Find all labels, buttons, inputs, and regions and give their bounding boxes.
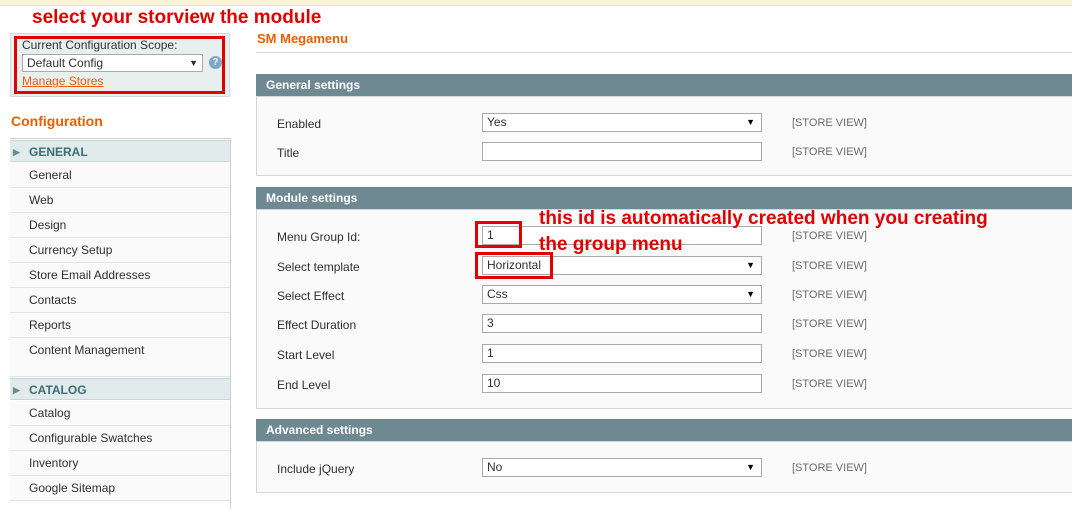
store-view-tag: [STORE VIEW] (792, 378, 867, 390)
sidebar-item-reports[interactable]: Reports (10, 313, 230, 338)
annotation-id-note-line1: this id is automatically created when yo… (539, 208, 988, 229)
sidebar-item-label: Design (29, 218, 67, 232)
row-select-template: Select template Horizontal ▼ [STORE VIEW] (256, 256, 1072, 280)
sidebar-item-catalog[interactable]: Catalog (10, 401, 230, 426)
chevron-down-icon: ▼ (746, 289, 755, 299)
sidebar-item-inventory[interactable]: Inventory (10, 451, 230, 476)
sidebar-item-configurable-swatches[interactable]: Configurable Swatches (10, 426, 230, 451)
row-include-jquery: Include jQuery No ▼ [STORE VIEW] (256, 458, 1072, 482)
sidebar-item-store-email-addresses[interactable]: Store Email Addresses (10, 263, 230, 288)
include-jquery-select-value: No (487, 460, 503, 474)
include-jquery-select[interactable]: No ▼ (482, 458, 762, 477)
effect-duration-label: Effect Duration (277, 318, 357, 332)
row-start-level: Start Level 1 [STORE VIEW] (256, 344, 1072, 368)
row-enabled: Enabled Yes ▼ [STORE VIEW] (256, 113, 1072, 137)
sidebar-item-label: Content Management (29, 343, 145, 357)
sidebar-title: Configuration (11, 113, 103, 129)
end-level-label: End Level (277, 378, 331, 392)
section-header-general-settings[interactable]: General settings (256, 74, 1072, 96)
effect-select-value: Css (487, 287, 508, 301)
title-input[interactable] (482, 142, 762, 161)
enabled-select[interactable]: Yes ▼ (482, 113, 762, 132)
row-effect-duration: Effect Duration 3 [STORE VIEW] (256, 314, 1072, 338)
select-effect-label: Select Effect (277, 289, 345, 303)
sidebar-item-label: Contacts (29, 293, 77, 307)
chevron-down-icon: ▼ (746, 117, 755, 127)
triangle-right-icon: ▶ (13, 385, 20, 395)
sidebar-item-google-sitemap[interactable]: Google Sitemap (10, 476, 230, 501)
sidebar-item-label: Web (29, 193, 54, 207)
store-view-tag: [STORE VIEW] (792, 318, 867, 330)
sidebar-section-label: CATALOG (29, 383, 87, 397)
sidebar-item-contacts[interactable]: Contacts (10, 288, 230, 313)
enabled-select-value: Yes (487, 115, 507, 129)
sidebar-section-label: GENERAL (29, 145, 88, 159)
sidebar-item-label: Configurable Swatches (29, 431, 153, 445)
sidebar-section-general[interactable]: ▶ GENERAL (10, 140, 230, 162)
row-title: Title [STORE VIEW] (256, 142, 1072, 166)
enabled-label: Enabled (277, 117, 322, 131)
divider (10, 138, 231, 139)
sidebar-section-catalog[interactable]: ▶ CATALOG (10, 378, 230, 400)
chevron-down-icon: ▼ (746, 260, 755, 270)
config-sidebar: ▶ GENERAL General Web Design Currency Se… (10, 140, 231, 509)
row-select-effect: Select Effect Css ▼ [STORE VIEW] (256, 285, 1072, 309)
menu-group-id-label: Menu Group Id: (277, 230, 361, 244)
sidebar-item-label: Currency Setup (29, 243, 113, 257)
sidebar-item-design[interactable]: Design (10, 213, 230, 238)
include-jquery-label: Include jQuery (277, 462, 355, 476)
title-label: Title (277, 146, 300, 160)
store-view-tag: [STORE VIEW] (792, 289, 867, 301)
chevron-down-icon: ▼ (746, 462, 755, 472)
triangle-right-icon: ▶ (13, 147, 20, 157)
annotation-box-scope (14, 36, 225, 94)
row-end-level: End Level 10 [STORE VIEW] (256, 374, 1072, 398)
sidebar-item-label: General (29, 168, 72, 182)
select-template-label: Select template (277, 260, 360, 274)
effect-duration-input[interactable]: 3 (482, 314, 762, 333)
store-view-tag: [STORE VIEW] (792, 146, 867, 158)
section-header-advanced-settings[interactable]: Advanced settings (256, 419, 1072, 441)
sidebar-item-web[interactable]: Web (10, 188, 230, 213)
store-view-tag: [STORE VIEW] (792, 462, 867, 474)
annotation-id-note-line2: the group menu (539, 234, 683, 255)
annotation-select-storeview: select your storview the module (32, 7, 322, 28)
start-level-input[interactable]: 1 (482, 344, 762, 363)
annotation-box-menu-group-id (475, 221, 522, 248)
sidebar-item-label: Google Sitemap (29, 481, 116, 495)
sidebar-item-label: Store Email Addresses (29, 268, 151, 282)
title-divider (256, 52, 1072, 53)
start-level-label: Start Level (277, 348, 335, 362)
store-view-tag: [STORE VIEW] (792, 260, 867, 272)
store-view-tag: [STORE VIEW] (792, 117, 867, 129)
sidebar-item-general[interactable]: General (10, 163, 230, 188)
sidebar-item-label: Catalog (29, 406, 71, 420)
sidebar-item-label: Inventory (29, 456, 79, 470)
sidebar-item-label: Reports (29, 318, 72, 332)
effect-select[interactable]: Css ▼ (482, 285, 762, 304)
page-title: SM Megamenu (257, 31, 349, 46)
sidebar-item-currency-setup[interactable]: Currency Setup (10, 238, 230, 263)
store-view-tag: [STORE VIEW] (792, 348, 867, 360)
sidebar-item-content-management[interactable]: Content Management (10, 338, 230, 377)
end-level-input[interactable]: 10 (482, 374, 762, 393)
